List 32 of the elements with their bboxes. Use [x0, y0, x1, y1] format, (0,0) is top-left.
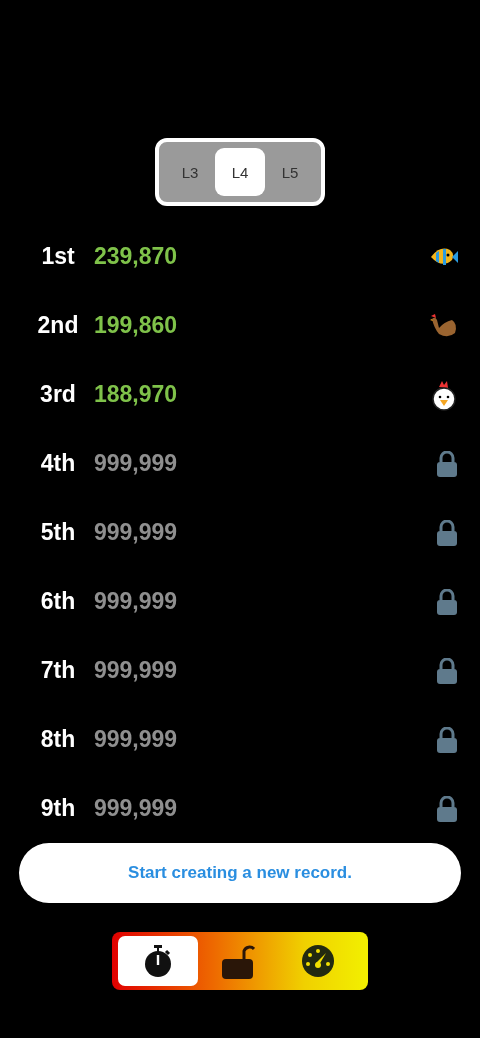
gauge-icon [301, 944, 335, 978]
lock-icon [436, 795, 458, 822]
score-value: 188,970 [94, 381, 179, 408]
rank-label: 1st [40, 243, 76, 270]
unlocked-padlock-icon [221, 943, 255, 979]
score-value: 199,860 [94, 312, 179, 339]
level-tab[interactable]: L4 [215, 148, 265, 196]
rank-label: 9th [39, 795, 77, 822]
stopwatch-icon [144, 944, 172, 978]
rank-label: 6th [39, 588, 77, 615]
level-tab[interactable]: L3 [165, 148, 215, 196]
rank-label: 8th [39, 726, 77, 753]
lock-icon [436, 657, 458, 684]
lock-icon [436, 450, 458, 477]
rank-label: 4th [39, 450, 77, 477]
score-value: 999,999 [94, 657, 179, 684]
lock-icon [436, 588, 458, 615]
start-button[interactable]: Start creating a new record. [19, 843, 461, 903]
score-value: 999,999 [94, 726, 179, 753]
score-value: 999,999 [94, 795, 179, 822]
lock-icon [436, 519, 458, 546]
rank-label: 7th [39, 657, 77, 684]
score-value: 999,999 [94, 588, 179, 615]
rank-label: 2nd [36, 312, 80, 339]
lock-icon [436, 726, 458, 753]
level-tab[interactable]: L5 [265, 148, 315, 196]
rank-label: 5th [39, 519, 77, 546]
mode-tab[interactable] [118, 936, 198, 986]
rank-label: 3rd [39, 381, 77, 408]
score-value: 239,870 [94, 243, 179, 270]
score-value: 999,999 [94, 519, 179, 546]
score-value: 999,999 [94, 450, 179, 477]
